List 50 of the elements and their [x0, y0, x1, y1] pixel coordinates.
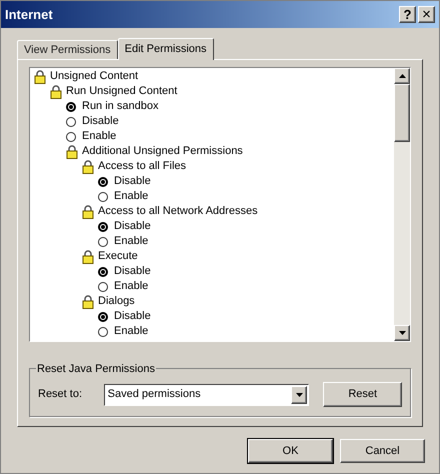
- option-label[interactable]: Enable: [114, 233, 148, 250]
- option-label[interactable]: Disable: [82, 113, 119, 130]
- dialog-button[interactable]: OK: [248, 439, 333, 463]
- radio-button[interactable]: [98, 326, 108, 336]
- padlock-icon: [82, 250, 94, 264]
- tree-item[interactable]: Dialogs: [98, 293, 135, 310]
- scrollbar[interactable]: [394, 68, 410, 341]
- dialog-button[interactable]: Cancel: [340, 439, 425, 463]
- tree-item[interactable]: Access to all Network Addresses: [98, 203, 258, 220]
- option-label[interactable]: Disable: [114, 263, 151, 280]
- tree-item[interactable]: Run Unsigned Content: [66, 83, 178, 100]
- option-label[interactable]: Enable: [82, 128, 116, 145]
- tree-item[interactable]: Execute: [98, 248, 138, 265]
- radio-button[interactable]: [98, 282, 108, 292]
- tree-item[interactable]: Additional Unsigned Permissions: [82, 143, 243, 160]
- scroll-thumb[interactable]: [394, 84, 410, 142]
- padlock-icon: [66, 144, 78, 158]
- reset-dropdown[interactable]: Saved permissions: [104, 384, 310, 406]
- padlock-icon: [82, 294, 94, 308]
- help-button[interactable]: ?: [399, 6, 416, 23]
- padlock-icon: [82, 160, 94, 174]
- option-label[interactable]: Disable: [114, 308, 151, 325]
- close-button[interactable]: ×: [418, 6, 435, 23]
- radio-button[interactable]: [66, 116, 76, 126]
- window-title: Internet: [5, 6, 54, 24]
- tab[interactable]: Edit Permissions: [118, 38, 214, 60]
- scroll-up-icon[interactable]: [394, 68, 410, 84]
- padlock-icon: [82, 204, 94, 218]
- radio-button[interactable]: [98, 236, 108, 246]
- radio-button[interactable]: [66, 102, 76, 112]
- option-label[interactable]: Disable: [114, 218, 151, 235]
- radio-button[interactable]: [98, 222, 108, 232]
- option-label[interactable]: Run in sandbox: [82, 98, 158, 115]
- reset-label: Reset to:: [38, 387, 84, 402]
- option-label[interactable]: Enable: [114, 323, 148, 340]
- scroll-down-icon[interactable]: [394, 325, 410, 341]
- option-label[interactable]: Disable: [114, 173, 151, 190]
- padlock-icon: [34, 70, 46, 84]
- tree-item[interactable]: Access to all Files: [98, 158, 186, 175]
- radio-button[interactable]: [98, 176, 108, 186]
- tab[interactable]: View Permissions: [17, 40, 118, 59]
- option-label[interactable]: Enable: [114, 278, 148, 295]
- radio-button[interactable]: [98, 312, 108, 322]
- radio-button[interactable]: [66, 132, 76, 142]
- tree-item[interactable]: Unsigned Content: [50, 68, 138, 85]
- padlock-icon: [50, 84, 62, 98]
- option-label[interactable]: Enable: [114, 188, 148, 205]
- reset-button[interactable]: Reset: [323, 382, 402, 407]
- radio-button[interactable]: [98, 192, 108, 202]
- radio-button[interactable]: [98, 266, 108, 276]
